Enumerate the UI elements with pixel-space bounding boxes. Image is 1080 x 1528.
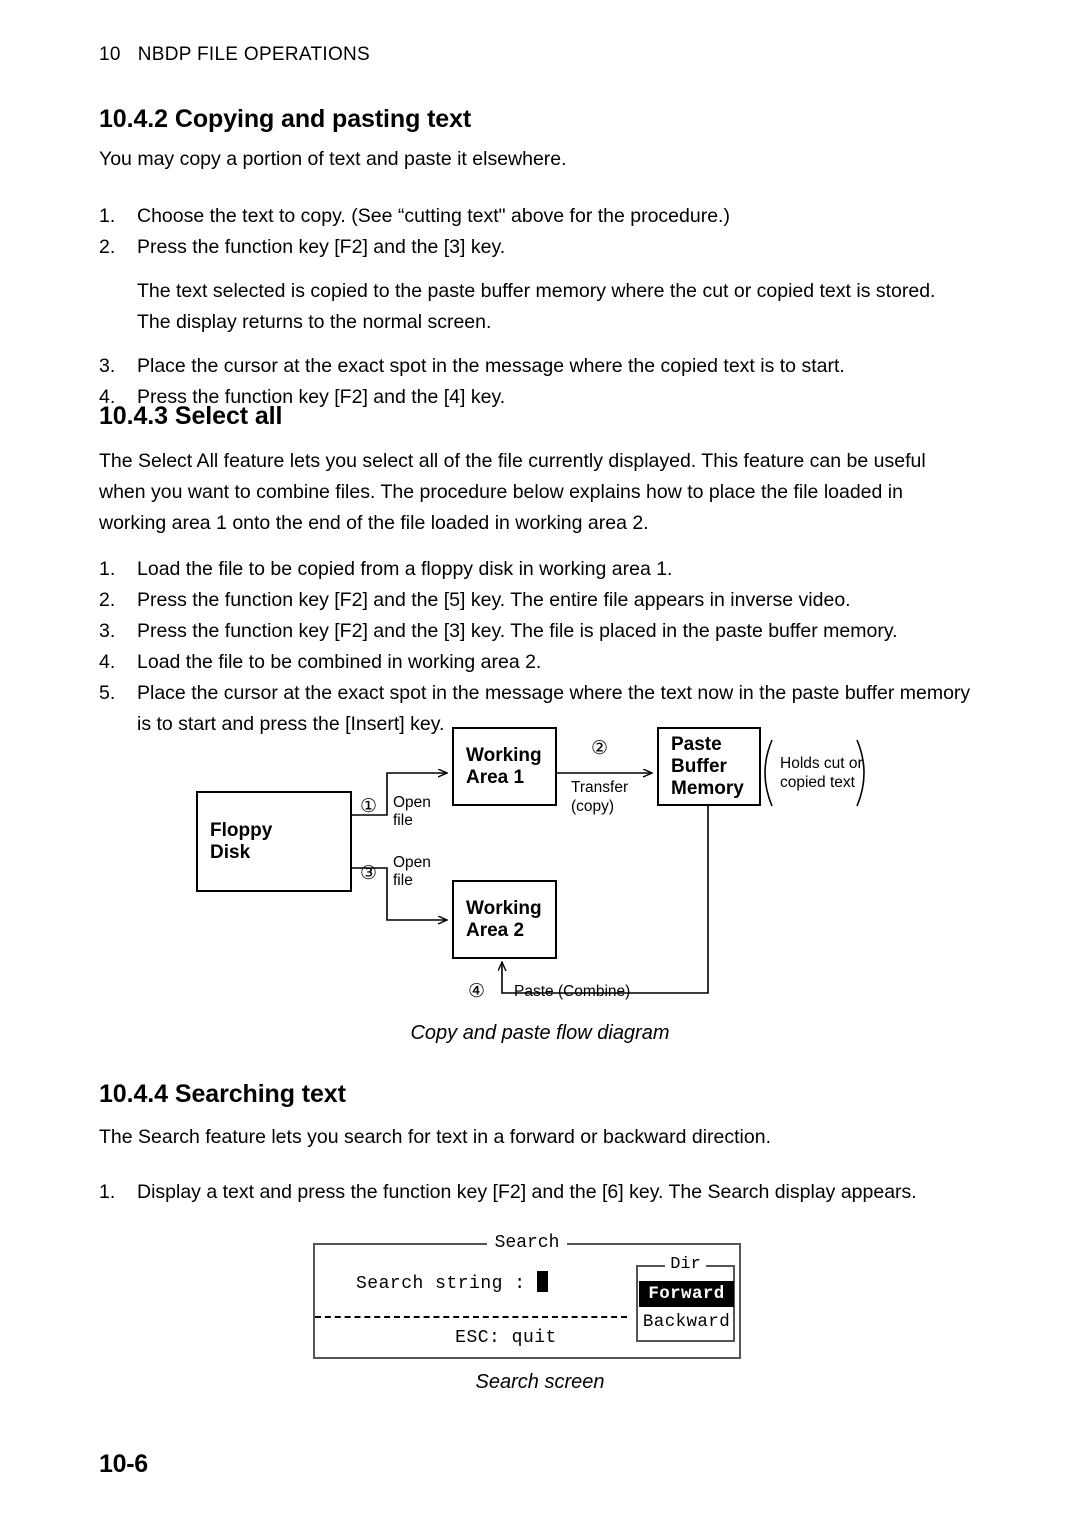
list-text: Load the file to be copied from a floppy… (137, 558, 673, 580)
search-string-row: Search string : (356, 1271, 548, 1295)
step-2-label-line2: (copy) (571, 798, 615, 815)
floppy-disk-label-line2: Disk (210, 841, 251, 863)
list-marker: 2. (99, 589, 116, 611)
list-text: Display a text and press the function ke… (137, 1181, 917, 1203)
direction-selector-title-text: Dir (665, 1255, 706, 1274)
list-item: 4. Load the file to be combined in worki… (99, 647, 979, 678)
paste-buffer-label-line3: Memory (671, 777, 744, 799)
diagram-buffer-note: Holds cut or copied text (780, 754, 863, 792)
search-screen-title: Search (315, 1233, 739, 1253)
section-number-select-all: 10.4.3 (99, 402, 168, 430)
list-marker: 3. (99, 620, 116, 642)
page-number: 10-6 (99, 1450, 148, 1478)
diagram-step-2-number: ② (591, 738, 609, 759)
paste-buffer-label-line1: Paste (671, 733, 722, 755)
list-marker: 1. (99, 1181, 116, 1203)
section-heading-select-all: 10.4.3 Select all (99, 402, 282, 431)
step-3-label-line2: file (393, 872, 413, 889)
step-2-label-line1: Transfer (571, 779, 629, 796)
buffer-note-line2: copied text (780, 774, 855, 791)
working-area-2-label-line1: Working (466, 897, 542, 919)
select-all-intro-paragraph: The Select All feature lets you select a… (99, 450, 926, 534)
section-heading-copying: 10.4.2 Copying and pasting text (99, 105, 471, 134)
searching-steps-list: 1. Display a text and press the function… (99, 1177, 919, 1208)
diagram-step-4-number: ④ (468, 981, 486, 1002)
copying-steps-list: 1. Choose the text to copy. (See “cuttin… (99, 201, 979, 413)
list-text: Load the file to be combined in working … (137, 651, 542, 673)
search-screen-divider (315, 1316, 627, 1318)
working-area-1-label-line1: Working (466, 744, 542, 766)
list-text: Press the function key [F2] and the [3] … (137, 236, 506, 258)
searching-intro-paragraph: The Search feature lets you search for t… (99, 1126, 771, 1148)
section-number-copying: 10.4.2 (99, 105, 168, 133)
diagram-box-working-area-2: Working Area 2 (452, 880, 557, 959)
list-marker: 5. (99, 682, 116, 704)
copying-note-line-2: The display returns to the normal screen… (137, 311, 492, 333)
list-text: Choose the text to copy. (See “cutting t… (137, 205, 730, 227)
floppy-disk-label-line1: Floppy (210, 819, 273, 841)
list-item: 1. Load the file to be copied from a flo… (99, 554, 979, 585)
diagram-step-1-label: Open file (393, 794, 431, 830)
diagram-box-paste-buffer-memory: Paste Buffer Memory (657, 727, 761, 806)
list-text: Place the cursor at the exact spot in th… (137, 355, 845, 377)
flow-diagram-caption: Copy and paste flow diagram (410, 1022, 670, 1044)
diagram-step-3-number: ③ (360, 863, 378, 884)
diagram-box-floppy-disk: Floppy Disk (196, 791, 352, 892)
step-3-label-line1: Open (393, 854, 431, 871)
section-title-copying: Copying and pasting text (174, 105, 472, 133)
direction-selector-title: Dir (638, 1255, 733, 1275)
copying-note-line-1: The text selected is copied to the paste… (137, 280, 936, 302)
search-screen-title-text: Search (486, 1233, 568, 1253)
list-marker: 1. (99, 205, 116, 227)
list-item: 3. Place the cursor at the exact spot in… (99, 351, 979, 382)
copy-paste-flow-diagram: Floppy Disk Working Area 1 Working Area … (180, 718, 900, 1018)
list-marker: 4. (99, 651, 116, 673)
list-item: 2. Press the function key [F2] and the [… (99, 585, 979, 616)
page-header: 10 NBDP FILE OPERATIONS (99, 44, 370, 66)
section-heading-searching: 10.4.4 Searching text (99, 1080, 346, 1109)
list-item: 1. Display a text and press the function… (99, 1177, 919, 1208)
text-cursor-icon (536, 1271, 548, 1292)
working-area-2-label-line2: Area 2 (466, 919, 525, 941)
list-marker: 2. (99, 236, 116, 258)
diagram-step-4-label: Paste (Combine) (514, 983, 631, 1000)
list-marker: 1. (99, 558, 116, 580)
search-string-label: Search string : (356, 1274, 526, 1294)
section-number-searching: 10.4.4 (99, 1080, 168, 1108)
step-1-label-line2: file (393, 812, 413, 829)
list-item: 3. Press the function key [F2] and the [… (99, 616, 979, 647)
diagram-step-3-label: Open file (393, 854, 431, 890)
direction-selector[interactable]: Dir Forward Backward (636, 1255, 735, 1342)
diagram-box-working-area-1: Working Area 1 (452, 727, 557, 806)
direction-option-forward[interactable]: Forward (639, 1281, 734, 1307)
list-text: Press the function key [F2] and the [5] … (137, 589, 851, 611)
section-title-searching: Searching text (174, 1080, 346, 1108)
section-title-select-all: Select all (174, 402, 283, 430)
working-area-1-label-line2: Area 1 (466, 766, 525, 788)
search-screen-mock: Search Search string : ESC: quit Dir For… (313, 1233, 741, 1359)
header-chapter-number: 10 (99, 44, 121, 65)
diagram-step-2-label: Transfer (copy) (571, 778, 655, 816)
select-all-steps-list: 1. Load the file to be copied from a flo… (99, 554, 979, 740)
header-chapter-title: NBDP FILE OPERATIONS (137, 44, 371, 65)
list-item: 1. Choose the text to copy. (See “cuttin… (99, 201, 979, 232)
search-screen-caption: Search screen (475, 1371, 605, 1393)
list-marker: 3. (99, 355, 116, 377)
buffer-note-line1: Holds cut or (780, 755, 863, 772)
paste-buffer-label-line2: Buffer (671, 755, 727, 777)
list-text: Press the function key [F2] and the [3] … (137, 620, 898, 642)
step-1-label-line1: Open (393, 794, 431, 811)
diagram-step-1-number: ① (360, 796, 378, 817)
direction-option-backward[interactable]: Backward (639, 1309, 734, 1335)
copying-intro-paragraph: You may copy a portion of text and paste… (99, 148, 567, 170)
list-item: 2. Press the function key [F2] and the [… (99, 232, 979, 263)
